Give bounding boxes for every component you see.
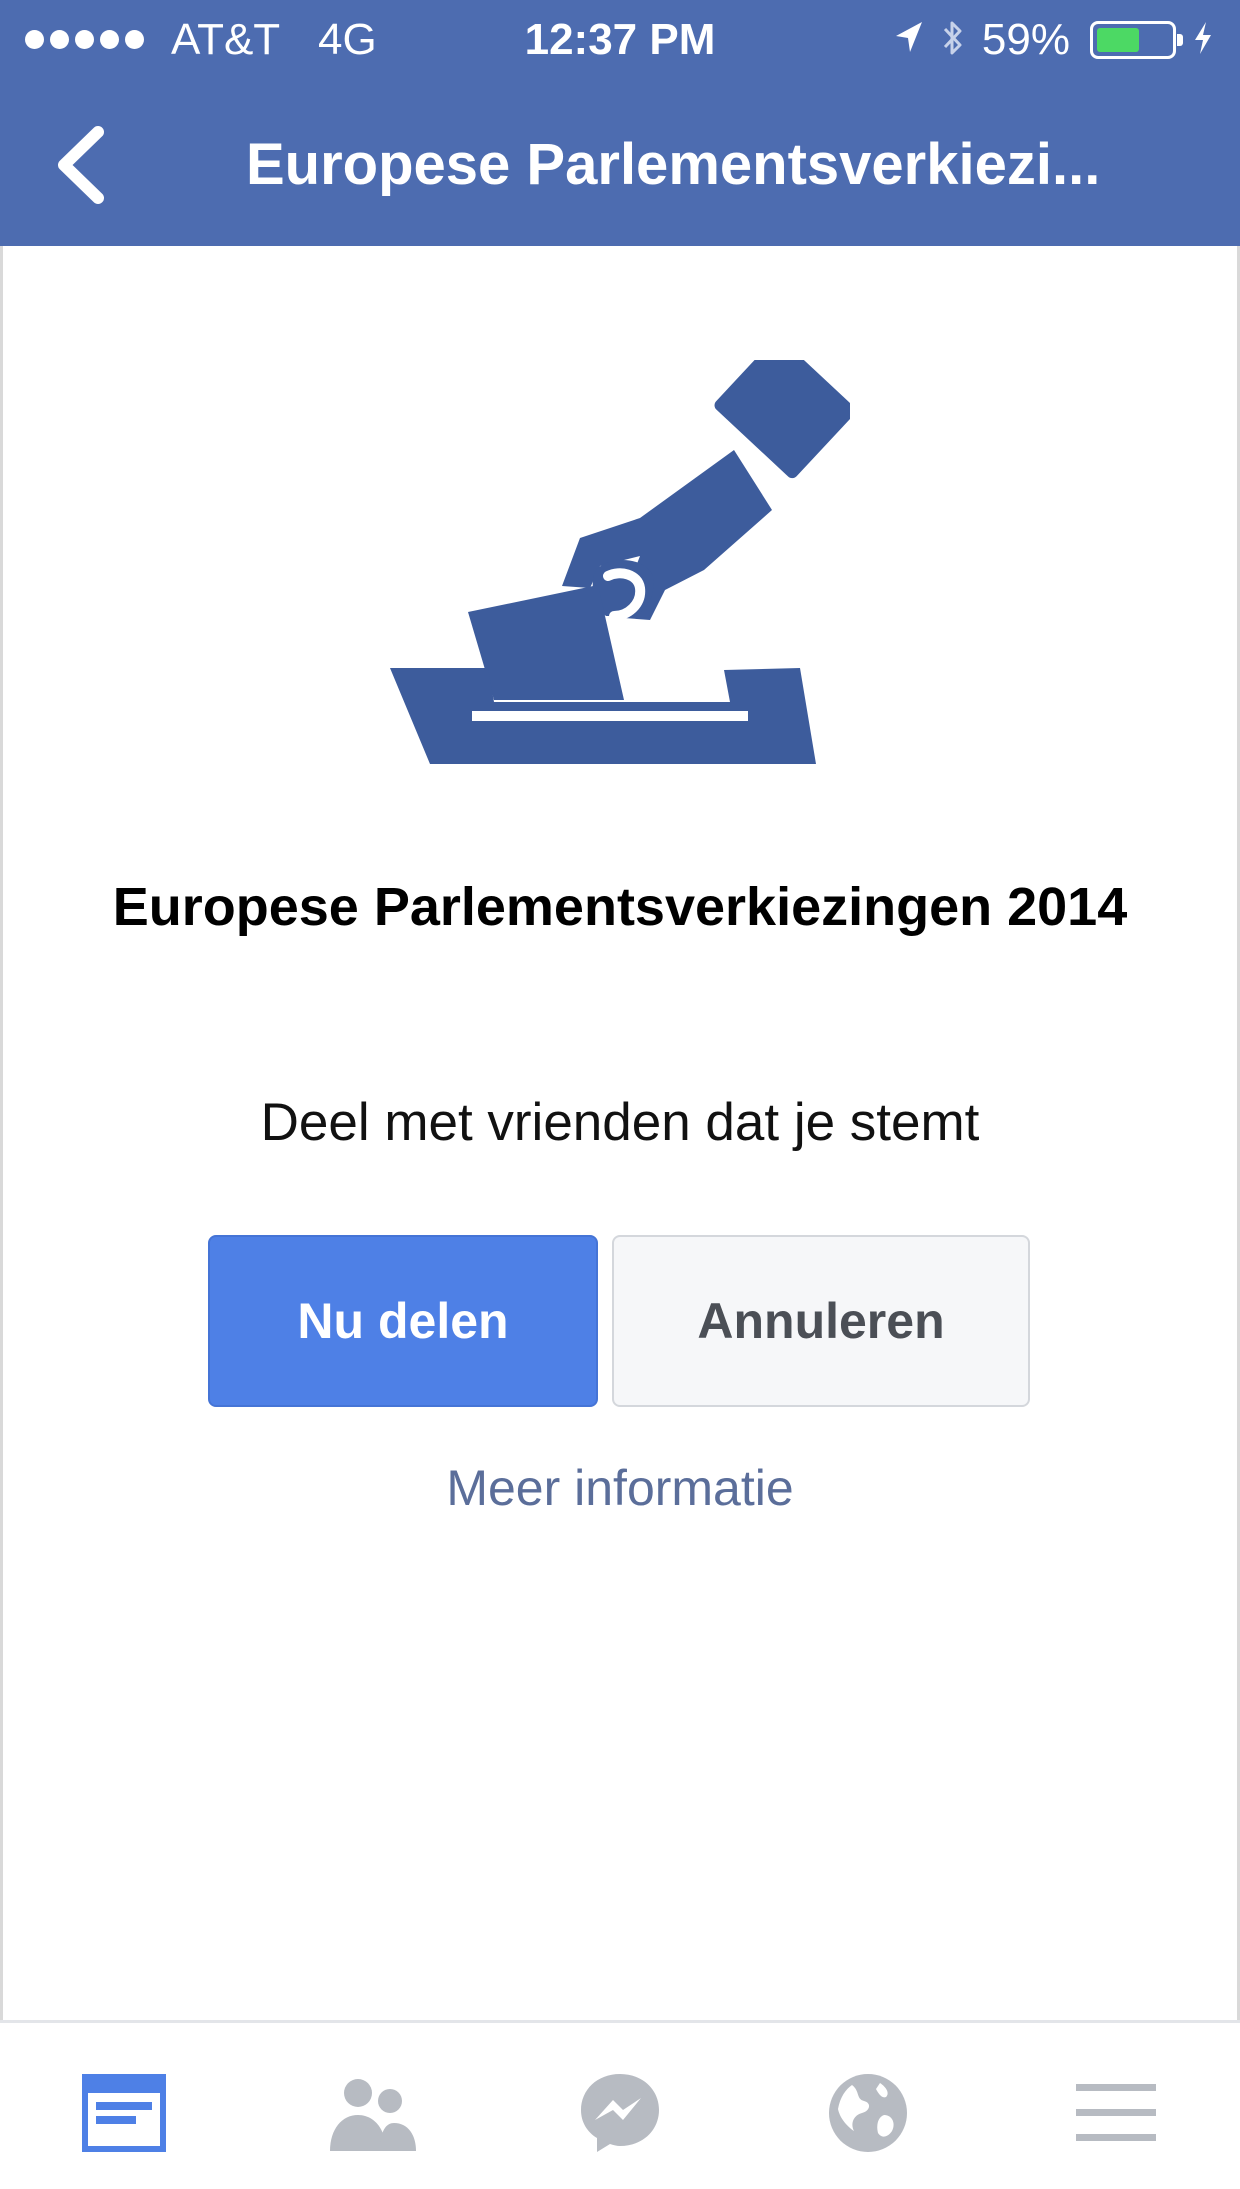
ballot-box-icon [390,360,850,764]
cancel-button[interactable]: Annuleren [612,1235,1030,1407]
tab-messenger[interactable] [560,2063,680,2163]
messenger-icon [581,2074,659,2152]
top-header: AT&T 4G 12:37 PM 59% Europese Parlements… [0,0,1240,246]
share-now-button[interactable]: Nu delen [208,1235,598,1407]
page-title: Europese Parlementsverkiezi... [246,132,1101,197]
charging-bolt-icon [1192,20,1214,61]
battery-percent: 59% [981,15,1070,64]
location-arrow-icon [892,20,924,61]
menu-icon [1076,2084,1156,2141]
navigation-bar: Europese Parlementsverkiezi... [0,100,1240,232]
bottom-tab-bar [0,2020,1240,2189]
event-title: Europese Parlementsverkiezingen 2014 [112,877,1128,937]
friends-icon [330,2079,416,2151]
back-button[interactable] [40,120,130,210]
tab-globe[interactable] [808,2063,928,2163]
more-info-link[interactable]: Meer informatie [0,1456,1240,1520]
status-right-group: 59% [892,14,1214,66]
news-feed-icon [82,2074,166,2152]
tab-news-feed[interactable] [64,2063,184,2163]
tab-friends[interactable] [312,2063,432,2163]
battery-icon [1090,21,1183,59]
status-bar: AT&T 4G 12:37 PM 59% [0,0,1240,80]
globe-icon [829,2074,907,2152]
tab-menu[interactable] [1056,2063,1176,2163]
chevron-left-icon [58,126,104,204]
share-prompt: Deel met vrienden dat je stemt [260,1093,980,1152]
bluetooth-icon [940,17,966,64]
